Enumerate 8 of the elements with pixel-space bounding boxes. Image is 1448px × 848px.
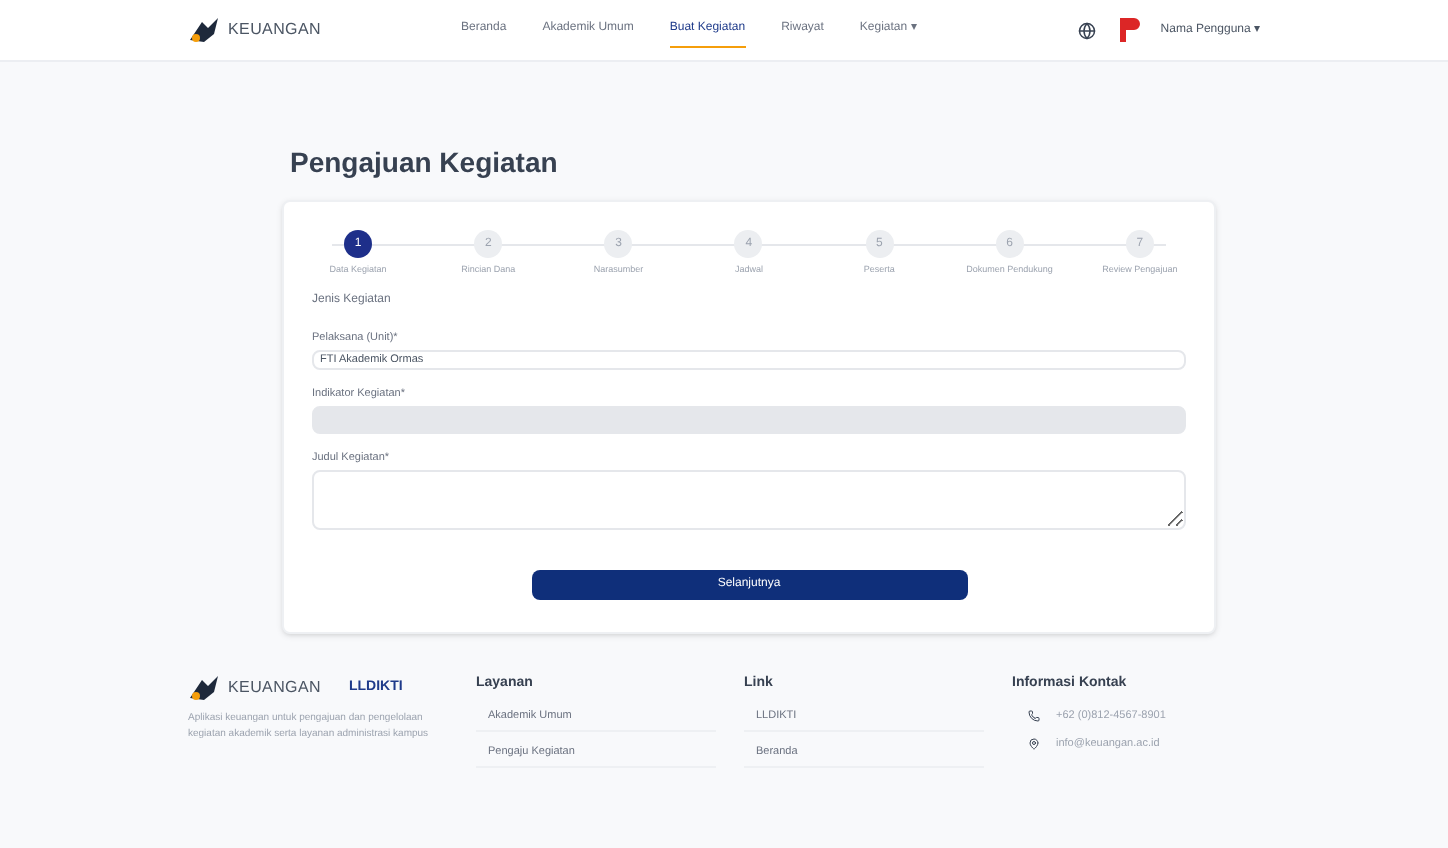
logo-text: KEUANGAN <box>228 18 321 42</box>
logo-icon <box>188 674 220 703</box>
phone-icon <box>1028 710 1040 722</box>
page-title: Pengajuan Kegiatan <box>290 144 560 182</box>
logo-icon <box>188 16 220 44</box>
pin-icon <box>1028 738 1040 751</box>
globe-icon[interactable] <box>1078 21 1097 39</box>
logo-text: KEUANGAN <box>228 676 321 701</box>
